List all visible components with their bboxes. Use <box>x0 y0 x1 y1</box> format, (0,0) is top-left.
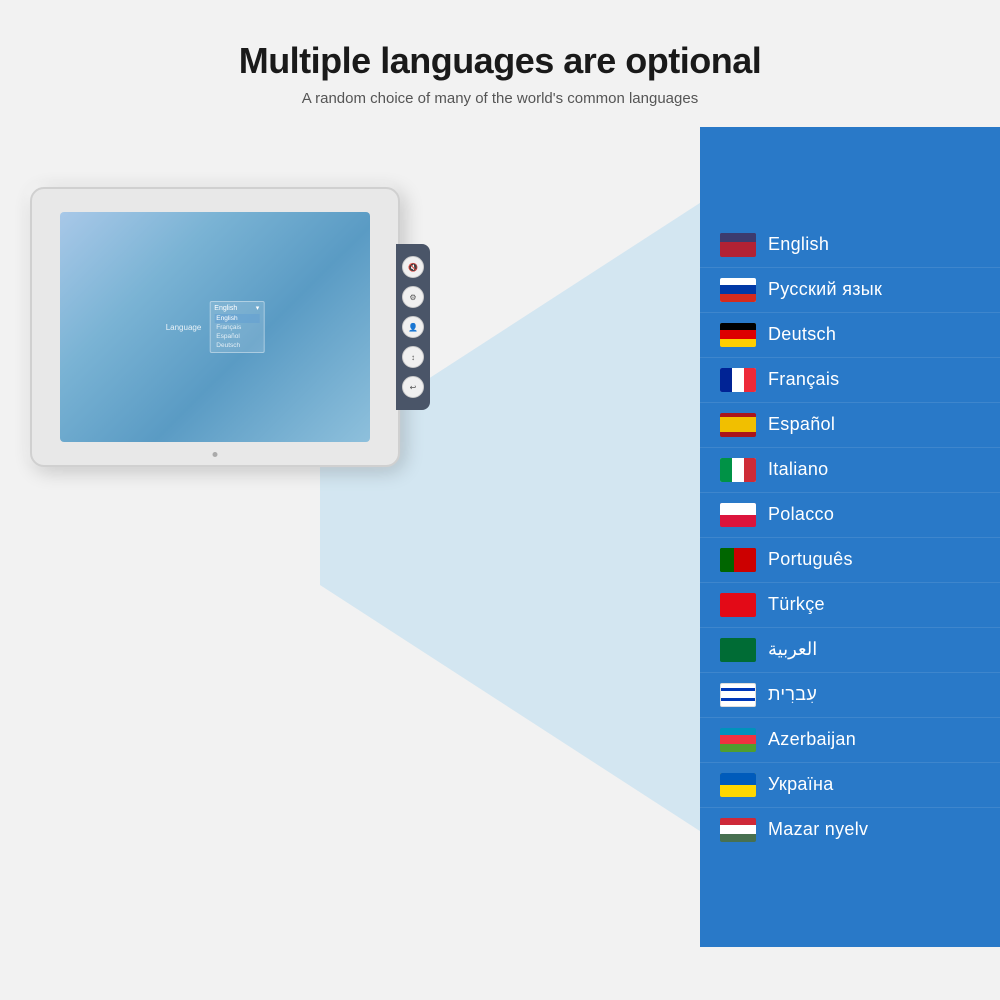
flag-tr <box>720 593 756 617</box>
screen-option-deutsch[interactable]: Deutsch <box>214 341 259 350</box>
lang-name-sa: العربية <box>768 639 817 660</box>
language-item-tr[interactable]: Türkçe <box>700 583 1000 628</box>
language-item-fr[interactable]: Français <box>700 358 1000 403</box>
screen-dropdown-list: English Français Español Deutsch <box>214 314 259 350</box>
flag-pl <box>720 503 756 527</box>
button-volume[interactable]: ↕ <box>402 346 424 368</box>
language-item-az[interactable]: Azerbaijan <box>700 718 1000 763</box>
screen-option-espanol[interactable]: Español <box>214 332 259 341</box>
device-section: Language English ▾ English Français Espa… <box>0 127 700 947</box>
lang-name-en: English <box>768 234 829 255</box>
language-item-ru[interactable]: Русский язык <box>700 268 1000 313</box>
language-item-de[interactable]: Deutsch <box>700 313 1000 358</box>
flag-sa <box>720 638 756 662</box>
lang-name-it: Italiano <box>768 459 828 480</box>
lang-name-ua: Україна <box>768 774 834 795</box>
flag-az <box>720 728 756 752</box>
page-subtitle: A random choice of many of the world's c… <box>0 90 1000 107</box>
flag-ru <box>720 278 756 302</box>
button-user[interactable]: 👤 <box>402 316 424 338</box>
language-item-es[interactable]: Español <box>700 403 1000 448</box>
lang-name-de: Deutsch <box>768 324 836 345</box>
language-panel: English Русский язык Deutsch Français Españo… <box>700 127 1000 947</box>
language-item-pl[interactable]: Polacco <box>700 493 1000 538</box>
button-settings[interactable]: ⚙ <box>402 286 424 308</box>
page: Multiple languages are optional A random… <box>0 0 1000 1000</box>
page-title: Multiple languages are optional <box>0 40 1000 82</box>
language-item-il[interactable]: עִברִית <box>700 673 1000 718</box>
flag-ua <box>720 773 756 797</box>
flag-hu <box>720 818 756 842</box>
screen-ui: Language English ▾ English Français Espa… <box>166 301 265 353</box>
language-item-hu[interactable]: Mazar nyelv <box>700 808 1000 852</box>
screen-option-selected[interactable]: English <box>214 314 259 323</box>
screen-option-francais[interactable]: Français <box>214 323 259 332</box>
lang-name-hu: Mazar nyelv <box>768 819 868 840</box>
lang-name-fr: Français <box>768 369 839 390</box>
lang-name-ru: Русский язык <box>768 279 882 300</box>
lang-name-tr: Türkçe <box>768 594 825 615</box>
language-item-it[interactable]: Italiano <box>700 448 1000 493</box>
device-dot <box>213 452 218 457</box>
flag-it <box>720 458 756 482</box>
language-item-sa[interactable]: العربية <box>700 628 1000 673</box>
device-screen: Language English ▾ English Français Espa… <box>60 212 370 442</box>
flag-fr <box>720 368 756 392</box>
screen-language-label: Language <box>166 323 202 332</box>
screen-dropdown[interactable]: English ▾ English Français Español Deuts… <box>209 301 264 353</box>
language-item-ua[interactable]: Україна <box>700 763 1000 808</box>
content-area: Language English ▾ English Français Espa… <box>0 127 1000 947</box>
button-back[interactable]: ↩ <box>402 376 424 398</box>
device-wrapper: Language English ▾ English Français Espa… <box>30 187 400 467</box>
flag-pt <box>720 548 756 572</box>
button-mute[interactable]: 🔇 <box>402 256 424 278</box>
side-buttons: 🔇 ⚙ 👤 ↕ ↩ <box>396 244 430 410</box>
language-item-en[interactable]: English <box>700 223 1000 268</box>
screen-dropdown-header: English ▾ <box>214 304 259 312</box>
language-item-pt[interactable]: Português <box>700 538 1000 583</box>
lang-name-pt: Português <box>768 549 853 570</box>
lang-name-es: Español <box>768 414 835 435</box>
lang-name-pl: Polacco <box>768 504 834 525</box>
header-section: Multiple languages are optional A random… <box>0 0 1000 127</box>
flag-es <box>720 413 756 437</box>
lang-name-il: עִברִית <box>768 684 817 705</box>
lang-name-az: Azerbaijan <box>768 729 856 750</box>
flag-de <box>720 323 756 347</box>
flag-en <box>720 233 756 257</box>
flag-il <box>720 683 756 707</box>
device-frame: Language English ▾ English Français Espa… <box>30 187 400 467</box>
